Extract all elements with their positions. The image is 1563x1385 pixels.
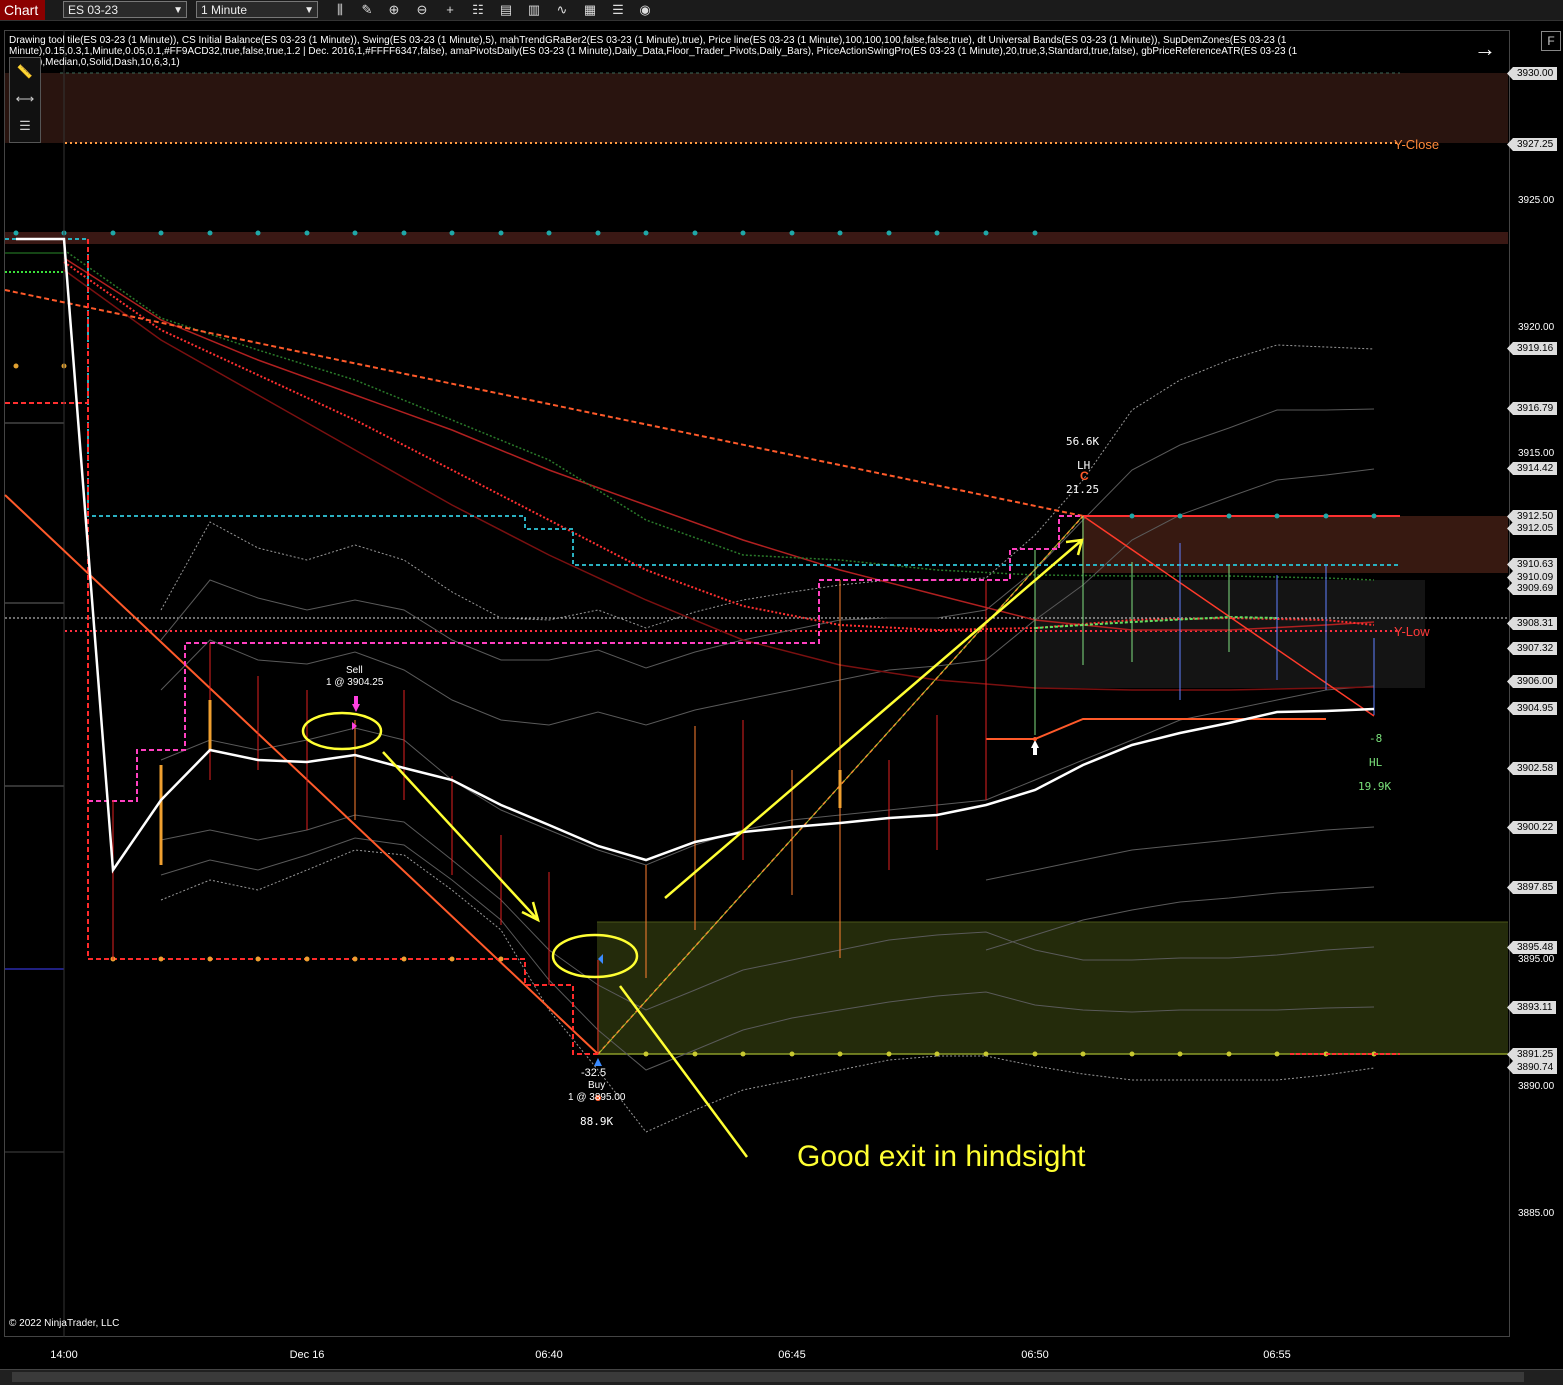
trendline-dashed	[4, 289, 1084, 517]
time-tick: 06:40	[535, 1349, 563, 1361]
indicator-list: Drawing tool tile(ES 03-23 (1 Minute)), …	[9, 35, 1298, 68]
price-label: 3902.58	[1507, 762, 1558, 775]
price-label: 3895.48	[1507, 941, 1558, 954]
arrow-right-icon[interactable]: →	[1474, 36, 1496, 62]
buy-label: Buy	[588, 1080, 606, 1091]
price-label: 3904.95	[1507, 702, 1558, 715]
price-label: 3891.25	[1507, 1048, 1558, 1061]
scrollbar-thumb[interactable]	[12, 1372, 1524, 1382]
price-label: 3912.50	[1507, 510, 1558, 523]
lh-volume: 56.6K	[1066, 435, 1100, 448]
buy-detail: 1 @ 3895.00	[568, 1092, 626, 1103]
price-label: 3914.42	[1507, 462, 1558, 475]
price-label: 3900.22	[1507, 821, 1558, 834]
f-button[interactable]: F	[1541, 31, 1561, 51]
price-label: 3890.74	[1507, 1061, 1558, 1074]
ruler-icon[interactable]: 📏	[10, 58, 40, 85]
copyright: © 2022 NinjaTrader, LLC	[9, 1318, 120, 1329]
trendline-solid	[4, 494, 599, 1055]
time-tick: 06:45	[778, 1349, 806, 1361]
price-label: 3919.16	[1507, 342, 1558, 355]
sell-detail: 1 @ 3904.25	[326, 677, 384, 688]
price-label: 3893.11	[1507, 1001, 1557, 1014]
buy-marker	[594, 1058, 602, 1066]
time-tick: 14:00	[50, 1349, 78, 1361]
price-label: 3906.00	[1507, 675, 1558, 688]
y-close-label: Y-Close	[1394, 137, 1440, 152]
y-low-label: Y-Low	[1394, 624, 1430, 639]
price-label: 3912.05	[1507, 522, 1558, 535]
price-label: 3907.32	[1507, 642, 1558, 655]
lh-value: 21.25	[1066, 483, 1100, 496]
chart-canvas	[4, 30, 1508, 1337]
price-tick: 3915.00	[1518, 448, 1555, 459]
price-label: 3909.69	[1507, 582, 1558, 595]
buy-pnl: -32.5	[581, 1067, 607, 1079]
time-tick: Dec 16	[289, 1349, 325, 1361]
hl-volume: 19.9K	[1358, 780, 1392, 793]
range-box	[1035, 580, 1425, 688]
sell-marker	[352, 704, 360, 712]
horizontal-scrollbar[interactable]	[0, 1369, 1563, 1385]
price-label: 3897.85	[1507, 881, 1558, 894]
time-tick: 06:50	[1021, 1349, 1049, 1361]
price-label: 3910.63	[1507, 558, 1558, 571]
price-tick: 3885.00	[1518, 1208, 1555, 1219]
up-arrow-marker	[1031, 740, 1039, 748]
price-tick: 3925.00	[1518, 195, 1555, 206]
price-label: 3927.25	[1507, 138, 1558, 151]
drawing-tools-tile[interactable]: 📏 ⟷ ☰	[9, 57, 41, 143]
time-tick: 06:55	[1263, 1349, 1291, 1361]
supply-zone-top	[5, 73, 1508, 143]
exit-note: Good exit in hindsight	[797, 1140, 1086, 1173]
price-label: 3916.79	[1507, 402, 1558, 415]
price-tick: 3890.00	[1518, 1081, 1555, 1092]
hl-label: HL	[1369, 756, 1383, 769]
price-label: 3930.00	[1507, 67, 1558, 80]
pivot-band	[5, 232, 1508, 244]
price-tick: 3920.00	[1518, 322, 1555, 333]
lh-letter: C	[1080, 469, 1089, 483]
range-icon[interactable]: ⟷	[10, 85, 40, 112]
price-label: 3908.31	[1507, 617, 1558, 630]
time-axis[interactable]: 14:00 Dec 16 06:40 06:45 06:50 06:55	[0, 1340, 1510, 1370]
hl-value: -8	[1369, 732, 1383, 745]
sell-label: Sell	[346, 665, 363, 676]
lines-icon[interactable]: ☰	[10, 112, 40, 139]
buy-volume: 88.9K	[580, 1115, 614, 1128]
price-tick: 3895.00	[1518, 954, 1555, 965]
